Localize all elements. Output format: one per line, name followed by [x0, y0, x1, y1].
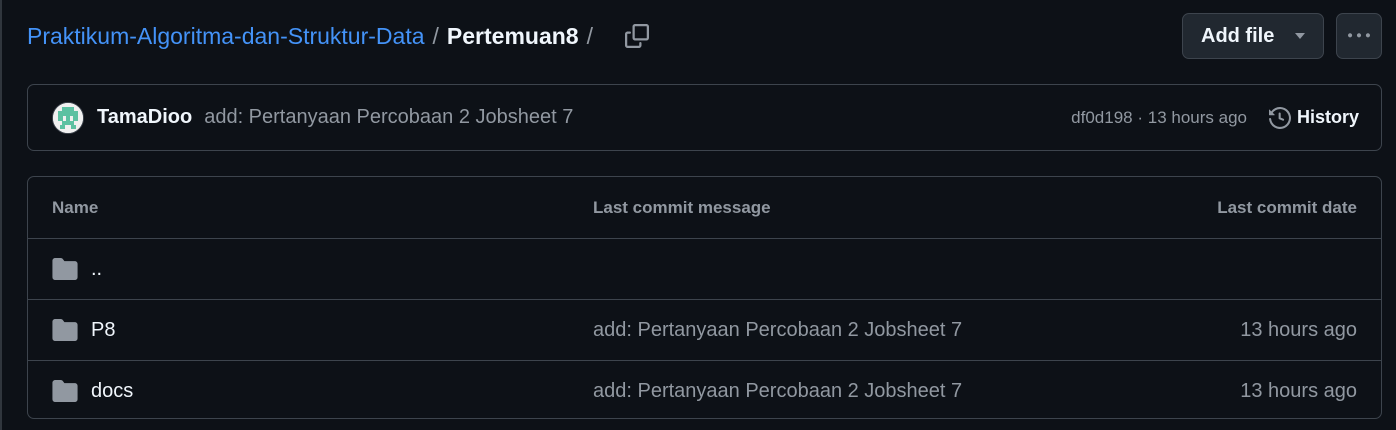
commit-sha[interactable]: df0d198: [1071, 108, 1132, 127]
header-last-commit-date: Last commit date: [1217, 197, 1357, 217]
folder-icon: [52, 258, 78, 280]
table-row[interactable]: P8 add: Pertanyaan Percobaan 2 Jobsheet …: [28, 300, 1381, 361]
folder-icon: [52, 319, 78, 341]
triangle-down-icon: [1295, 33, 1305, 39]
table-row[interactable]: docs add: Pertanyaan Percobaan 2 Jobshee…: [28, 361, 1381, 418]
kebab-horizontal-icon: [1348, 33, 1370, 38]
row-commit-message[interactable]: add: Pertanyaan Percobaan 2 Jobsheet 7: [593, 319, 1240, 342]
avatar[interactable]: [52, 101, 84, 134]
table-row[interactable]: ..: [28, 239, 1381, 300]
table-header: Name Last commit message Last commit dat…: [28, 177, 1381, 239]
left-border-line: [0, 0, 2, 430]
name-cell: docs: [52, 380, 593, 403]
file-table: Name Last commit message Last commit dat…: [27, 176, 1382, 419]
name-cell: ..: [52, 258, 593, 281]
directory-header: Praktikum-Algoritma-dan-Struktur-Data / …: [27, 12, 1382, 60]
repo-directory-page: Praktikum-Algoritma-dan-Struktur-Data / …: [0, 0, 1396, 430]
folder-link-docs[interactable]: docs: [91, 380, 133, 403]
history-icon: [1268, 106, 1291, 129]
copy-icon: [624, 24, 649, 48]
avatar-identicon: [53, 102, 83, 133]
commit-author[interactable]: TamaDioo: [97, 106, 192, 129]
header-actions: Add file: [1182, 13, 1382, 59]
copy-path-button[interactable]: [619, 18, 655, 54]
add-file-label: Add file: [1201, 24, 1275, 47]
breadcrumb: Praktikum-Algoritma-dan-Struktur-Data / …: [27, 23, 601, 50]
latest-commit-bar: TamaDioo add: Pertanyaan Percobaan 2 Job…: [27, 84, 1382, 151]
history-button[interactable]: History: [1268, 106, 1359, 129]
row-commit-date: 13 hours ago: [1240, 379, 1357, 402]
name-cell: P8: [52, 319, 593, 342]
breadcrumb-current-folder: Pertemuan8: [446, 22, 579, 49]
row-commit-date: 13 hours ago: [1240, 318, 1357, 341]
history-label: History: [1296, 107, 1359, 127]
commit-message[interactable]: add: Pertanyaan Percobaan 2 Jobsheet 7: [204, 106, 573, 129]
add-file-button[interactable]: Add file: [1182, 13, 1324, 59]
commit-time: 13 hours ago: [1147, 107, 1247, 127]
folder-link-p8[interactable]: P8: [91, 319, 115, 342]
header-last-commit-message: Last commit message: [593, 197, 771, 217]
commit-meta-dot: ·: [1132, 107, 1148, 127]
parent-directory-link[interactable]: ..: [91, 258, 102, 281]
folder-icon: [52, 380, 78, 402]
commit-meta: df0d198 · 13 hours ago History: [1071, 106, 1359, 129]
commit-sha-time: df0d198 · 13 hours ago: [1071, 108, 1247, 128]
more-options-button[interactable]: [1336, 13, 1382, 59]
row-commit-message[interactable]: add: Pertanyaan Percobaan 2 Jobsheet 7: [593, 380, 1240, 403]
header-name: Name: [52, 197, 99, 217]
breadcrumb-repo-link[interactable]: Praktikum-Algoritma-dan-Struktur-Data: [27, 23, 425, 50]
breadcrumb-trailing-separator: /: [586, 22, 593, 49]
breadcrumb-separator: /: [432, 22, 439, 49]
